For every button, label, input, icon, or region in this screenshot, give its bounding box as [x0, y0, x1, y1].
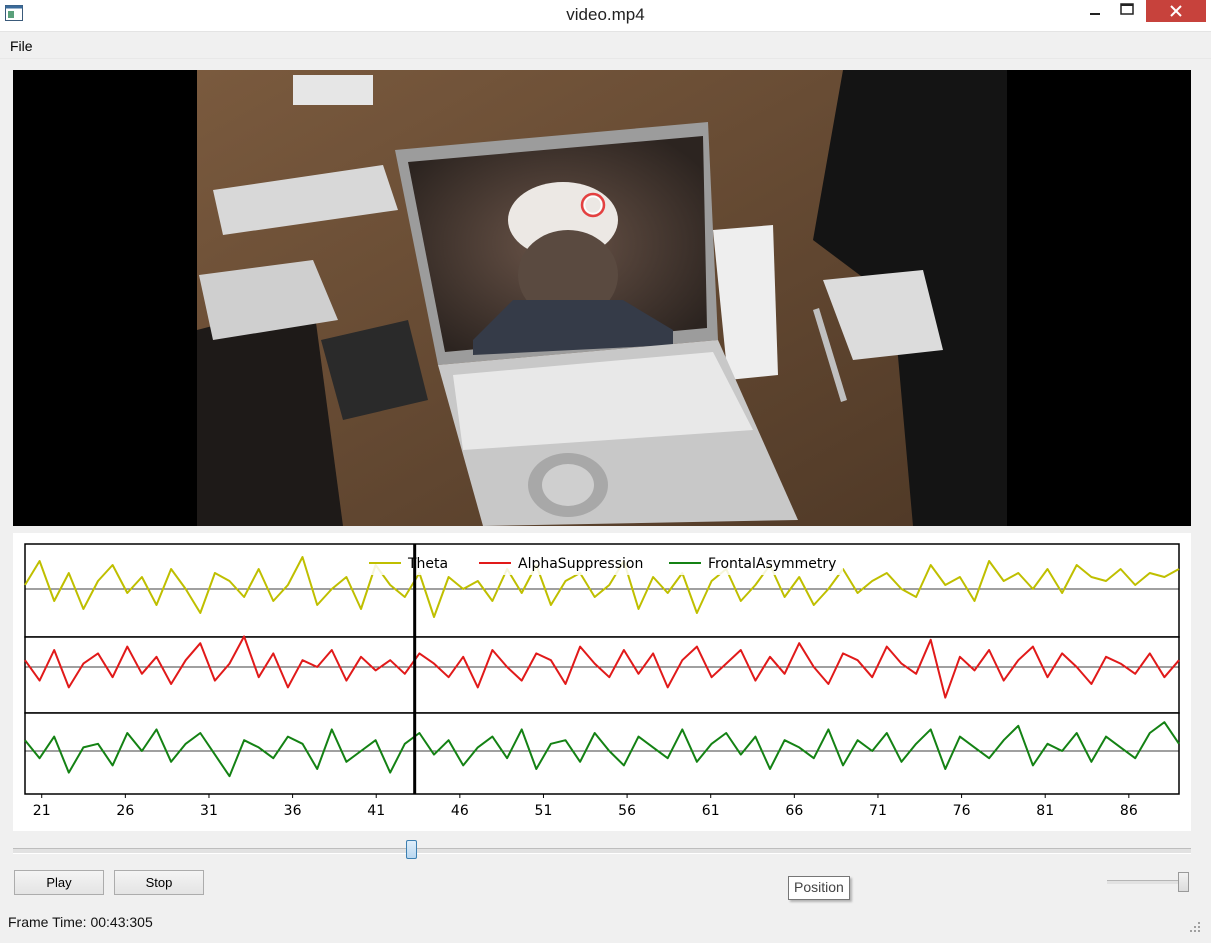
title-bar: video.mp4 [0, 0, 1211, 32]
volume-slider-handle[interactable] [1178, 872, 1189, 892]
chart-panel-3 [24, 712, 1180, 795]
legend-label: AlphaSuppression [518, 556, 643, 572]
x-tick-label: 26 [116, 803, 134, 819]
stop-button[interactable]: Stop [114, 870, 204, 895]
x-tick-label: 31 [200, 803, 218, 819]
chart-panel-2 [24, 636, 1180, 714]
x-tick-label: 21 [33, 803, 51, 819]
minimize-icon[interactable] [1080, 0, 1110, 22]
legend-label: Theta [407, 556, 448, 572]
x-tick-label: 81 [1036, 803, 1054, 819]
signal-chart-svg: 21 26 31 36 41 46 51 56 61 66 71 76 81 86 Theta AlphaS… [24, 543, 1180, 819]
x-tick-label: 46 [451, 803, 469, 819]
x-tick-label: 61 [702, 803, 720, 819]
x-tick-label: 51 [535, 803, 553, 819]
x-tick-label: 66 [785, 803, 803, 819]
x-tick-label: 71 [869, 803, 887, 819]
position-slider-handle[interactable] [406, 840, 417, 859]
video-frame[interactable] [13, 70, 1191, 526]
menu-bar: File [0, 32, 1211, 59]
menu-file[interactable]: File [10, 38, 33, 54]
x-tick-label: 41 [367, 803, 385, 819]
frame-time-status: Frame Time: 00:43:305 [8, 914, 153, 930]
window-title: video.mp4 [566, 5, 645, 24]
close-icon[interactable] [1146, 0, 1206, 22]
x-tick-label: 76 [953, 803, 971, 819]
gaze-marker-icon [580, 192, 606, 218]
play-button[interactable]: Play [14, 870, 104, 895]
signal-chart[interactable]: 21 26 31 36 41 46 51 56 61 66 71 76 81 86 Theta AlphaS… [13, 533, 1191, 831]
legend-label: FrontalAsymmetry [708, 556, 836, 572]
resize-grip-icon[interactable] [1188, 920, 1202, 934]
volume-slider-track[interactable] [1107, 880, 1187, 884]
x-tick-label: 86 [1120, 803, 1138, 819]
video-image [197, 70, 1007, 526]
position-slider-track[interactable] [13, 848, 1191, 854]
x-tick-label: 56 [618, 803, 636, 819]
x-tick-label: 36 [284, 803, 302, 819]
maximize-icon[interactable] [1112, 0, 1142, 22]
position-tooltip: Position [788, 876, 850, 900]
